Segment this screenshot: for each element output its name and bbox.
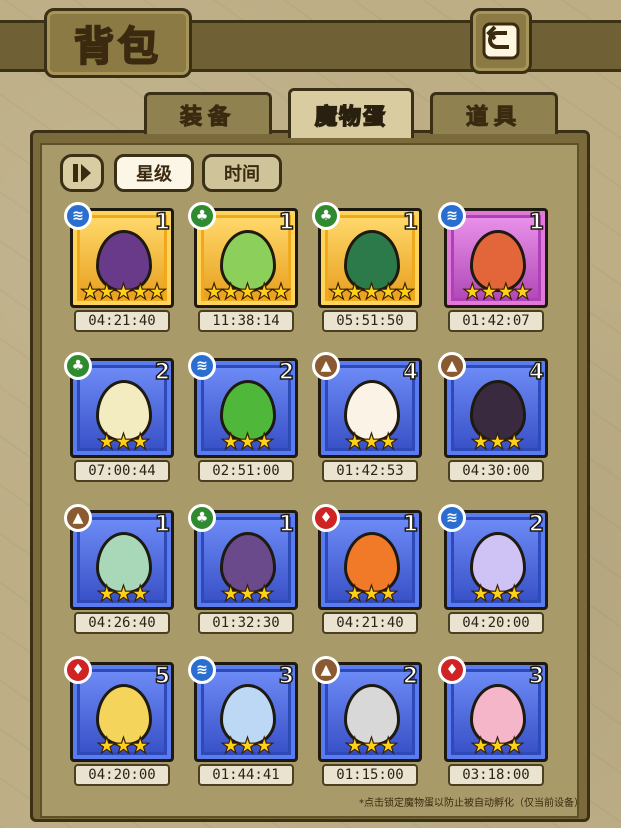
egg-card[interactable]: ♦ 3 ★★★ 03:18:00	[438, 656, 548, 786]
sort-by-stars-label: 星级	[136, 164, 172, 185]
egg-card[interactable]: ▲ 4 ★★★ 01:42:53	[312, 352, 422, 482]
egg-count: 1	[402, 511, 419, 538]
egg-count: 1	[278, 209, 295, 236]
hatch-timer: 01:15:00	[322, 764, 418, 786]
hatch-timer: 01:44:41	[198, 764, 294, 786]
egg-card[interactable]: ♦ 1 ★★★ 04:21:40	[312, 504, 422, 634]
egg-count: 4	[402, 359, 419, 386]
hatch-timer: 11:38:14	[198, 310, 294, 332]
egg-card[interactable]: ♣ 1 ★★★ 01:32:30	[188, 504, 298, 634]
earth-element-icon: ▲	[312, 352, 340, 380]
hatch-timer: 04:20:00	[448, 612, 544, 634]
back-button[interactable]	[470, 8, 532, 74]
egg-card[interactable]: ≋ 3 ★★★ 01:44:41	[188, 656, 298, 786]
egg-count: 2	[402, 663, 419, 690]
egg-card[interactable]: ▲ 2 ★★★ 01:15:00	[312, 656, 422, 786]
page-title-text: 背包	[73, 22, 162, 71]
egg-card[interactable]: ≋ 2 ★★★ 04:20:00	[438, 504, 548, 634]
hatch-timer: 02:51:00	[198, 460, 294, 482]
fire-element-icon: ♦	[312, 504, 340, 532]
sort-by-time-button[interactable]: 时间	[202, 154, 282, 192]
hatch-timer: 04:21:40	[322, 612, 418, 634]
hatch-timer: 01:32:30	[198, 612, 294, 634]
star-rating: ★★★	[96, 733, 150, 759]
sort-direction-icon	[73, 164, 91, 182]
star-rating: ★★★	[344, 429, 398, 455]
hatch-timer: 05:51:50	[322, 310, 418, 332]
egg-card[interactable]: ▲ 1 ★★★ 04:26:40	[64, 504, 174, 634]
star-rating: ★★★	[344, 733, 398, 759]
water-element-icon: ≋	[188, 352, 216, 380]
hatch-timer: 03:18:00	[448, 764, 544, 786]
back-arrow-icon	[482, 22, 520, 60]
nature-element-icon: ♣	[312, 202, 340, 230]
egg-count: 3	[278, 663, 295, 690]
tab-monster-eggs[interactable]: 魔物蛋	[288, 88, 414, 138]
star-rating: ★★★	[220, 581, 274, 607]
egg-count: 4	[528, 359, 545, 386]
egg-card[interactable]: ♣ 1 ★★★★★ 11:38:14	[188, 202, 298, 332]
nature-element-icon: ♣	[64, 352, 92, 380]
tab-equipment-label: 装备	[179, 104, 236, 130]
sort-by-stars-button[interactable]: 星级	[114, 154, 194, 192]
sort-order-toggle[interactable]	[60, 154, 104, 192]
egg-card[interactable]: ≋ 2 ★★★ 02:51:00	[188, 352, 298, 482]
nature-element-icon: ♣	[188, 504, 216, 532]
sort-by-time-label: 时间	[224, 164, 260, 185]
egg-count: 1	[278, 511, 295, 538]
hatch-timer: 01:42:53	[322, 460, 418, 482]
egg-count: 3	[528, 663, 545, 690]
star-rating: ★★★	[96, 429, 150, 455]
egg-count: 1	[402, 209, 419, 236]
water-element-icon: ≋	[64, 202, 92, 230]
star-rating: ★★★★★	[80, 279, 168, 305]
egg-count: 1	[528, 209, 545, 236]
star-rating: ★★★	[344, 581, 398, 607]
egg-count: 2	[154, 359, 171, 386]
tab-items-label: 道具	[465, 104, 522, 130]
hatch-timer: 04:21:40	[74, 310, 170, 332]
star-rating: ★★★	[220, 429, 274, 455]
tab-items[interactable]: 道具	[430, 92, 558, 134]
egg-count: 2	[528, 511, 545, 538]
tab-monster-eggs-label: 魔物蛋	[314, 104, 387, 131]
egg-count: 2	[278, 359, 295, 386]
nature-element-icon: ♣	[188, 202, 216, 230]
hatch-timer: 01:42:07	[448, 310, 544, 332]
egg-count: 5	[154, 663, 171, 690]
fire-element-icon: ♦	[64, 656, 92, 684]
hatch-timer: 04:30:00	[448, 460, 544, 482]
egg-count: 1	[154, 511, 171, 538]
star-rating: ★★★★★	[204, 279, 292, 305]
egg-card[interactable]: ♦ 5 ★★★ 04:20:00	[64, 656, 174, 786]
star-rating: ★★★	[96, 581, 150, 607]
egg-count: 1	[154, 209, 171, 236]
star-rating: ★★★★	[462, 279, 533, 305]
water-element-icon: ≋	[188, 656, 216, 684]
star-rating: ★★★	[470, 733, 524, 759]
hatch-timer: 04:26:40	[74, 612, 170, 634]
hatch-timer: 04:20:00	[74, 764, 170, 786]
earth-element-icon: ▲	[438, 352, 466, 380]
hatch-timer: 07:00:44	[74, 460, 170, 482]
star-rating: ★★★	[470, 581, 524, 607]
egg-card[interactable]: ♣ 1 ★★★★★ 05:51:50	[312, 202, 422, 332]
star-rating: ★★★	[220, 733, 274, 759]
egg-card[interactable]: ▲ 4 ★★★ 04:30:00	[438, 352, 548, 482]
fire-element-icon: ♦	[438, 656, 466, 684]
earth-element-icon: ▲	[64, 504, 92, 532]
star-rating: ★★★★★	[328, 279, 416, 305]
egg-card[interactable]: ≋ 1 ★★★★★ 04:21:40	[64, 202, 174, 332]
egg-card[interactable]: ≋ 1 ★★★★ 01:42:07	[438, 202, 548, 332]
egg-card[interactable]: ♣ 2 ★★★ 07:00:44	[64, 352, 174, 482]
earth-element-icon: ▲	[312, 656, 340, 684]
water-element-icon: ≋	[438, 504, 466, 532]
lock-hint-text: *点击锁定魔物蛋以防止被自动孵化（仅当前设备）	[359, 798, 584, 809]
page-title: 背包	[44, 8, 192, 78]
star-rating: ★★★	[470, 429, 524, 455]
tab-equipment[interactable]: 装备	[144, 92, 272, 134]
water-element-icon: ≋	[438, 202, 466, 230]
